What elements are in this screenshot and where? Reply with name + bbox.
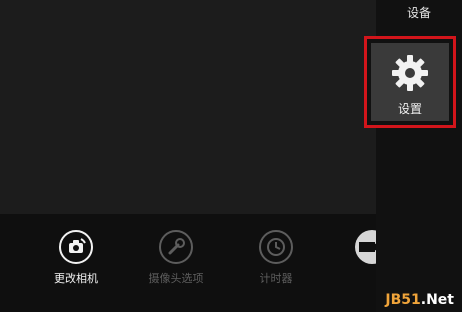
charm-title: 设备 bbox=[406, 6, 431, 20]
camera-options-label: 摄像头选项 bbox=[148, 272, 204, 285]
camera-preview bbox=[0, 0, 376, 214]
clock-icon bbox=[259, 230, 293, 264]
settings-label: 设置 bbox=[397, 102, 422, 116]
settings-button[interactable]: 设置 bbox=[364, 36, 456, 128]
watermark-suffix: .Net bbox=[420, 292, 454, 308]
camera-toolbar: 更改相机 摄像头选项 计时器 bbox=[0, 214, 389, 312]
gear-icon bbox=[392, 55, 428, 91]
watermark-prefix: JB51 bbox=[385, 292, 421, 308]
watermark: JB51.Net bbox=[385, 292, 454, 308]
timer-label: 计时器 bbox=[259, 272, 293, 285]
wrench-icon bbox=[159, 230, 193, 264]
timer-button[interactable]: 计时器 bbox=[234, 230, 318, 286]
camera-options-button[interactable]: 摄像头选项 bbox=[134, 230, 218, 286]
change-camera-button[interactable]: 更改相机 bbox=[34, 230, 118, 286]
settings-tile: 设置 bbox=[371, 43, 449, 121]
change-camera-label: 更改相机 bbox=[54, 272, 98, 285]
camera-switch-icon bbox=[59, 230, 93, 264]
